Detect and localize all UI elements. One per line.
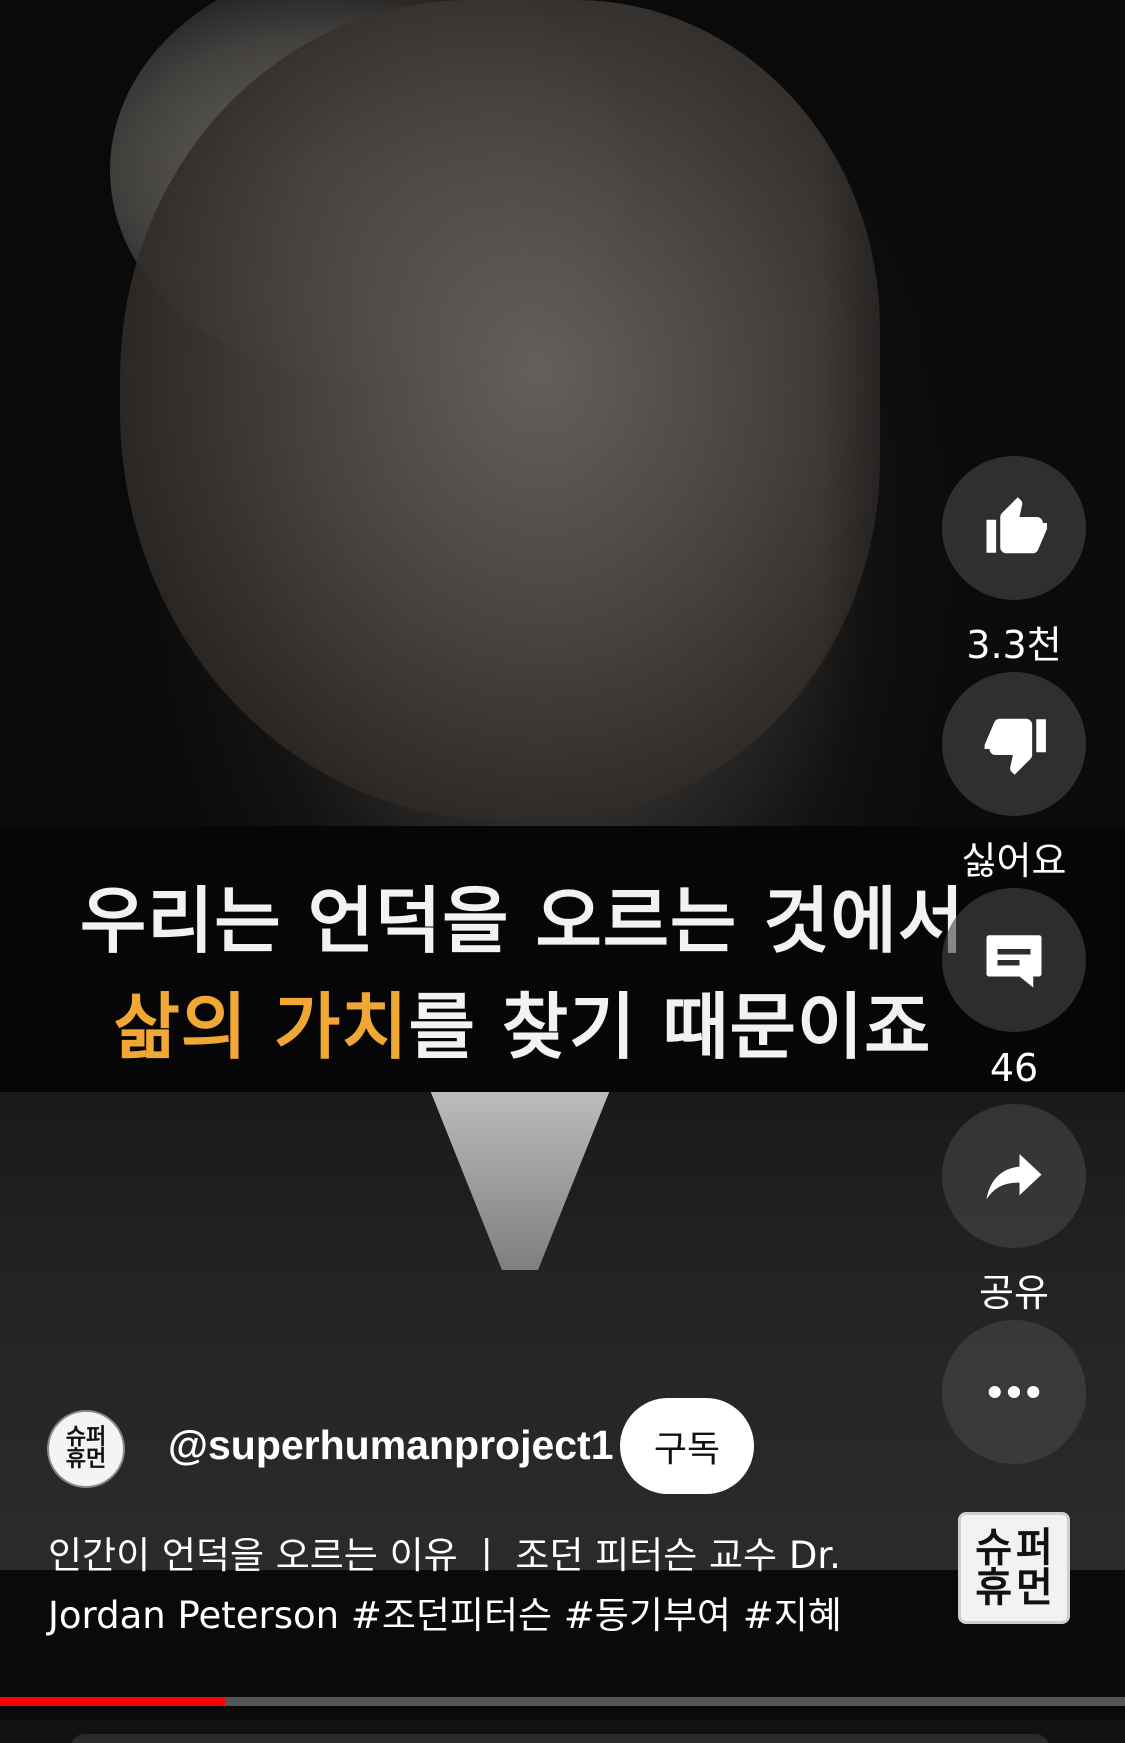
caption-line-2: 삶의 가치를 찾기 때문이죠	[0, 968, 1045, 1073]
like-button[interactable]	[942, 456, 1086, 600]
video-title-line-2: Jordan Peterson #조던피터슨 #동기부여 #지혜	[48, 1594, 842, 1637]
video-frame-decoration	[120, 0, 880, 820]
bottom-bar	[70, 1734, 1050, 1743]
playback-progress-bar[interactable]	[0, 1697, 1125, 1706]
caption-line-1: 우리는 언덕을 오르는 것에서	[79, 879, 966, 963]
share-button[interactable]	[942, 1104, 1086, 1248]
dislike-label: 싫어요	[961, 839, 1067, 883]
dislike-button[interactable]	[942, 672, 1086, 816]
channel-logo: 슈 퍼 휴 먼	[975, 1525, 1053, 1611]
channel-thumbnail[interactable]: 슈 퍼 휴 먼	[958, 1512, 1070, 1624]
comments-button[interactable]	[942, 888, 1086, 1032]
video-title[interactable]: 인간이 언덕을 오르는 이유 ㅣ 조던 피터슨 교수 Dr. Jordan Pe…	[48, 1526, 908, 1646]
share-label: 공유	[979, 1271, 1049, 1315]
comment-count: 46	[989, 1046, 1039, 1090]
caption-line-2-rest: 를 찾기 때문이죠	[408, 985, 932, 1069]
video-title-line-1: 인간이 언덕을 오르는 이유 ㅣ 조던 피터슨 교수 Dr.	[48, 1534, 841, 1577]
thumbs-down-icon	[984, 718, 1046, 775]
playback-progress-played	[0, 1697, 225, 1706]
thumbs-up-icon	[986, 497, 1047, 554]
video-player[interactable]: 우리는 언덕을 오르는 것에서 삶의 가치를 찾기 때문이죠 3.3천 싫어요 …	[0, 0, 1125, 1743]
channel-avatar[interactable]: 슈 퍼 휴 먼	[47, 1410, 125, 1488]
subscribe-button[interactable]: 구독	[620, 1398, 754, 1494]
caption-highlight: 삶의 가치	[113, 985, 409, 1069]
share-icon	[986, 1154, 1042, 1200]
more-icon	[988, 1385, 1040, 1399]
channel-handle[interactable]: @superhumanproject1	[168, 1422, 614, 1469]
more-options-button[interactable]	[942, 1320, 1086, 1464]
like-count: 3.3천	[966, 623, 1062, 667]
comment-icon	[986, 935, 1042, 988]
channel-logo: 슈 퍼 휴 먼	[65, 1425, 107, 1472]
